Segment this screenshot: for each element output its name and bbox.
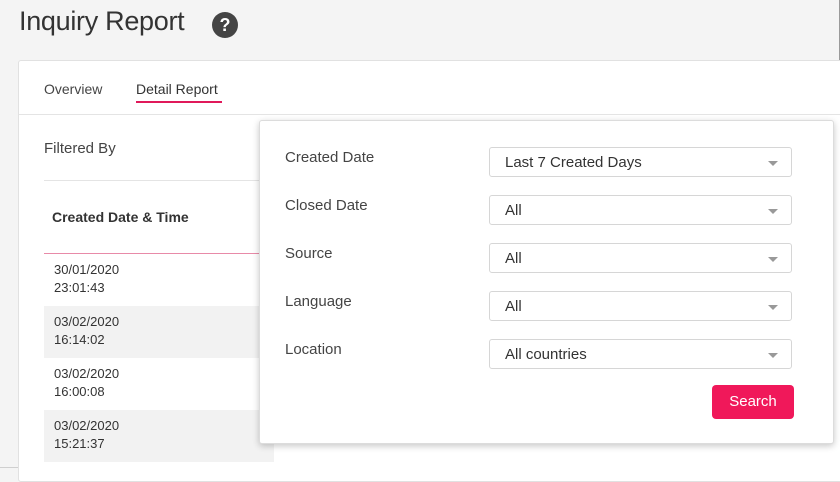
closed-date-label: Closed Date — [285, 197, 368, 214]
created-date: 03/02/2020 — [54, 314, 120, 329]
source-select[interactable]: All — [489, 243, 792, 273]
created-date: 03/02/2020 — [54, 366, 120, 381]
closed-date-value: All — [505, 202, 522, 219]
created-date: 03/02/2020 — [54, 418, 120, 433]
created-date-label: Created Date — [285, 149, 375, 166]
created-date-select[interactable]: Last 7 Created Days — [489, 147, 792, 177]
created-date-value: Last 7 Created Days — [505, 154, 642, 171]
tab-detail-report[interactable]: Detail Report — [136, 81, 218, 97]
created-datetime-cell: 03/02/2020 16:00:08 — [54, 365, 119, 401]
created-datetime-cell: 03/02/2020 16:14:02 — [54, 313, 119, 349]
source-value: All — [505, 250, 522, 267]
language-label: Language — [285, 293, 352, 310]
source-label: Source — [285, 245, 333, 262]
chevron-down-icon — [768, 305, 778, 310]
location-label: Location — [285, 341, 342, 358]
filter-panel: Created Date Last 7 Created Days Closed … — [259, 120, 834, 444]
chevron-down-icon — [768, 353, 778, 358]
tab-bar: Overview Detail Report — [19, 61, 840, 115]
table-row[interactable]: 03/02/2020 16:14:02 — [44, 306, 274, 358]
location-value: All countries — [505, 346, 587, 363]
created-time: 16:00:08 — [54, 384, 105, 399]
chevron-down-icon — [768, 257, 778, 262]
column-header-created-date-time[interactable]: Created Date & Time — [52, 209, 189, 225]
chevron-down-icon — [768, 161, 778, 166]
created-time: 15:21:37 — [54, 436, 105, 451]
language-value: All — [505, 298, 522, 315]
active-tab-indicator — [136, 101, 222, 103]
help-icon[interactable]: ? — [212, 12, 238, 38]
created-datetime-cell: 03/02/2020 15:21:37 — [54, 417, 119, 453]
created-datetime-cell: 30/01/2020 23:01:43 — [54, 261, 119, 297]
table-row[interactable]: 03/02/2020 15:21:37 — [44, 410, 274, 462]
table-row[interactable]: 30/01/2020 23:01:43 — [44, 254, 274, 306]
created-date: 30/01/2020 — [54, 262, 120, 277]
language-select[interactable]: All — [489, 291, 792, 321]
tab-overview[interactable]: Overview — [44, 81, 102, 97]
created-time: 23:01:43 — [54, 280, 105, 295]
created-time: 16:14:02 — [54, 332, 105, 347]
chevron-down-icon — [768, 209, 778, 214]
location-select[interactable]: All countries — [489, 339, 792, 369]
search-button[interactable]: Search — [712, 385, 794, 419]
page-title: Inquiry Report — [19, 6, 185, 36]
table-row[interactable]: 03/02/2020 16:00:08 — [44, 358, 274, 410]
divider — [44, 180, 274, 181]
filtered-by-label: Filtered By — [44, 140, 116, 157]
closed-date-select[interactable]: All — [489, 195, 792, 225]
